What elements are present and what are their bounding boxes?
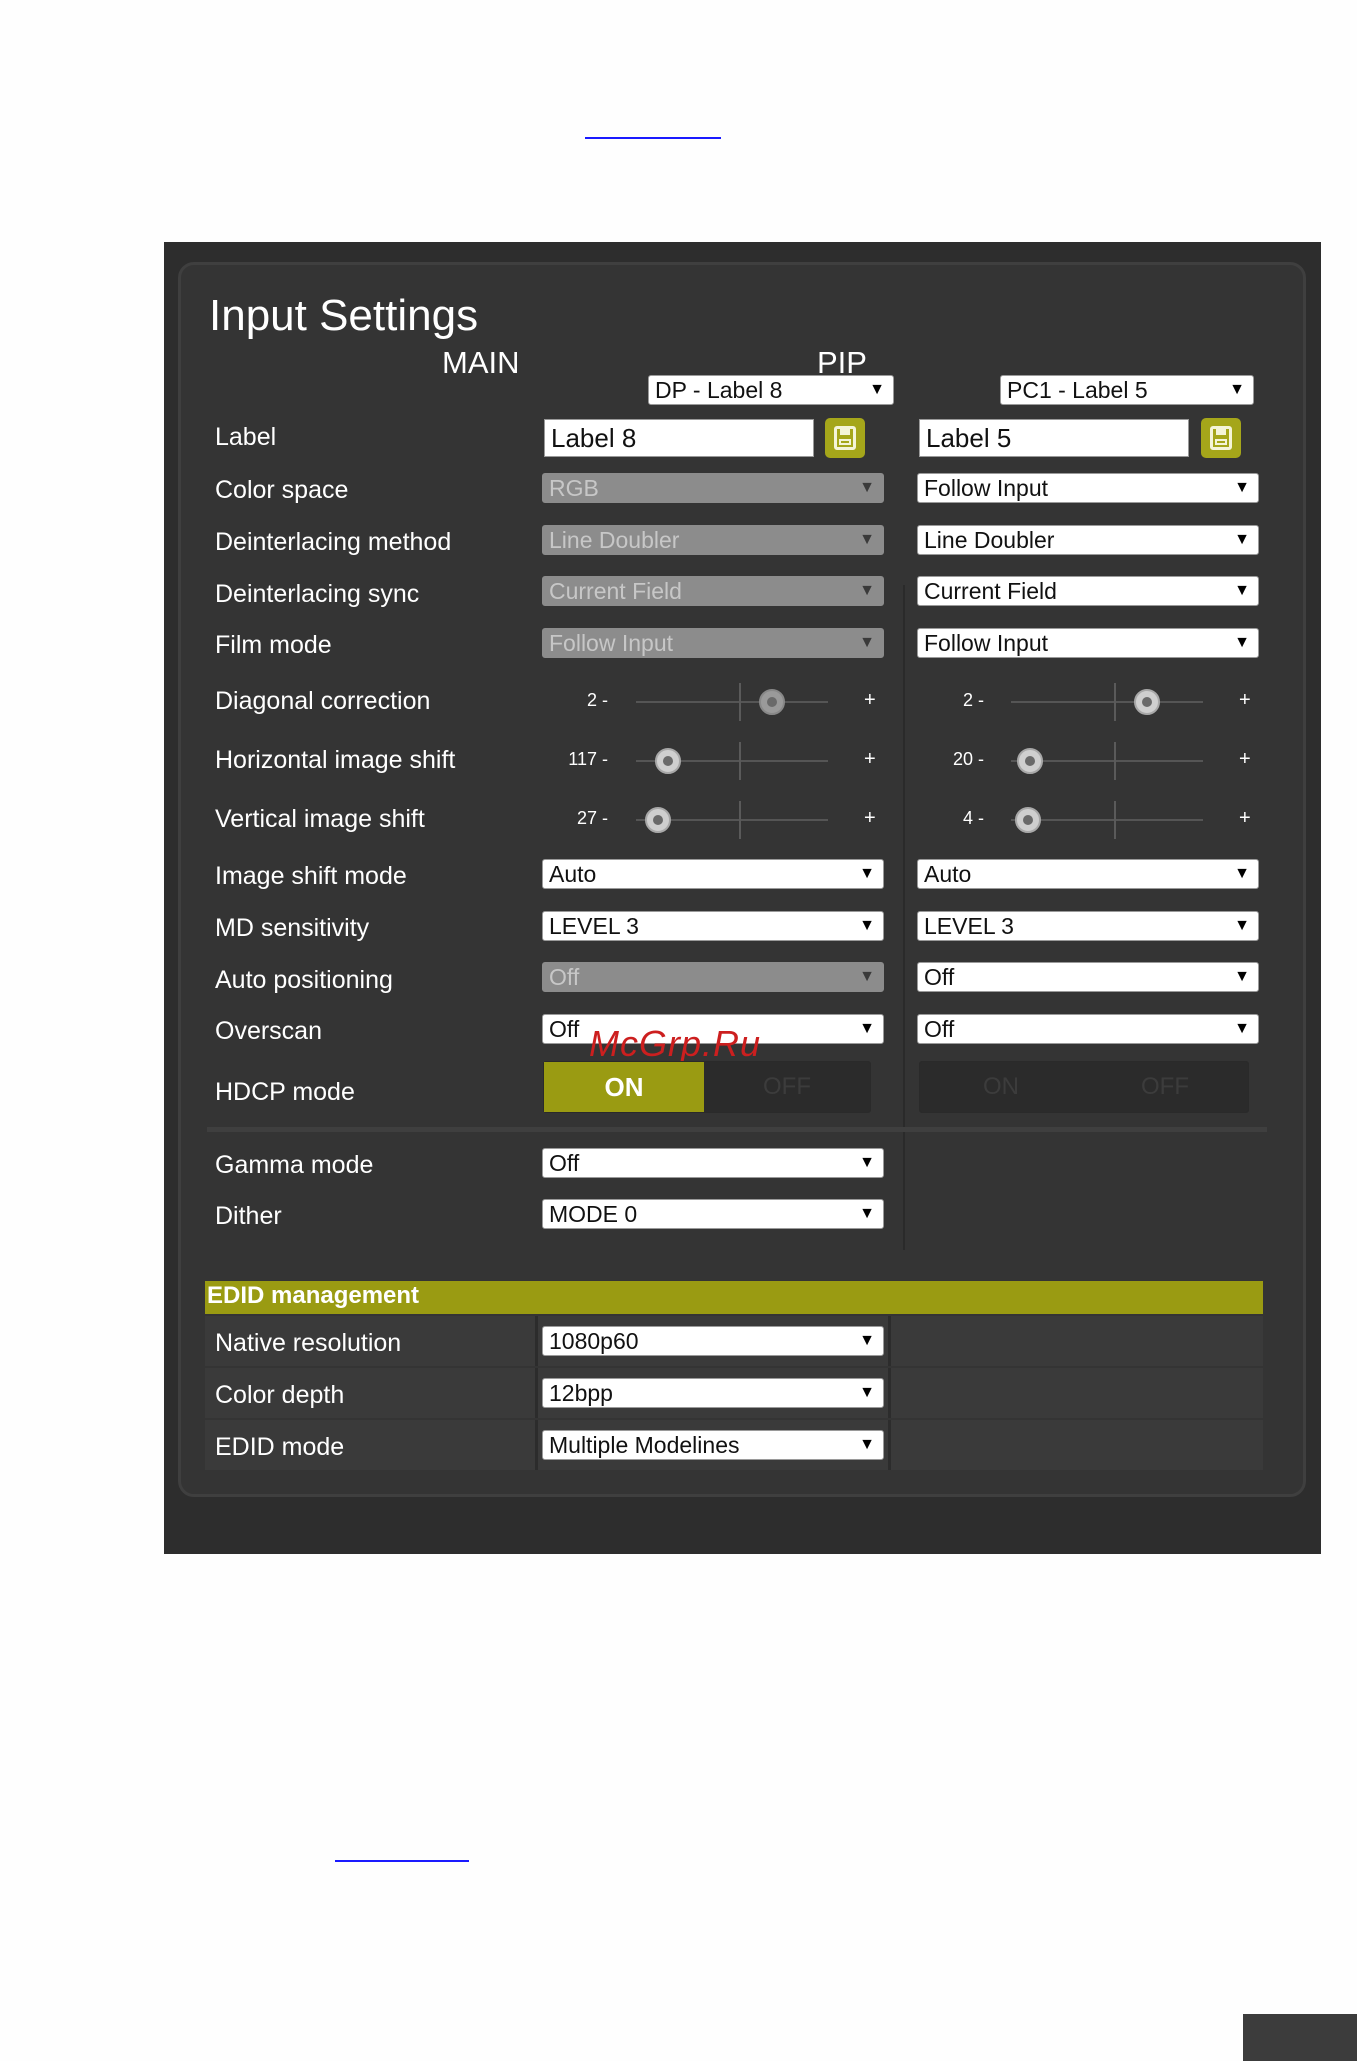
pip-md-select[interactable]: LEVEL 3 ▼: [917, 911, 1259, 941]
main-shift-mode-select[interactable]: Auto ▼: [542, 859, 884, 889]
pip-color-space-select[interactable]: Follow Input ▼: [917, 473, 1259, 503]
main-hshift-value: 117 -: [568, 749, 608, 769]
main-hshift-center-tick: [739, 742, 741, 780]
column-divider: [903, 585, 905, 1250]
page-number-block: [1243, 2014, 1357, 2061]
color-depth-label: Color depth: [215, 1381, 345, 1409]
color-space-label: Color space: [215, 476, 349, 504]
input-settings-panel: Input Settings MAIN DP - Label 8 ▼ PIP PC…: [178, 262, 1306, 1497]
main-hshift-knob[interactable]: [655, 748, 681, 774]
hshift-label: Horizontal image shift: [215, 746, 456, 774]
pip-auto-pos-select[interactable]: Off ▼: [917, 962, 1259, 992]
diagonal-correction-label: Diagonal correction: [215, 687, 431, 715]
pip-hshift-center-tick: [1114, 742, 1116, 780]
hdcp-mode-label: HDCP mode: [215, 1078, 355, 1106]
main-hdcp-on[interactable]: ON: [544, 1062, 704, 1112]
edid-title: EDID management: [207, 1282, 420, 1309]
pip-diag-knob[interactable]: [1134, 689, 1160, 715]
main-diag-knob[interactable]: [759, 689, 785, 715]
bottom-link-underline[interactable]: [335, 1860, 469, 1862]
pip-shift-mode-select[interactable]: Auto ▼: [917, 859, 1259, 889]
settings-window: Input Settings MAIN DP - Label 8 ▼ PIP PC…: [164, 242, 1321, 1554]
shift-mode-label: Image shift mode: [215, 862, 407, 890]
pip-hshift-knob[interactable]: [1017, 748, 1043, 774]
pip-deint-sync-select[interactable]: Current Field ▼: [917, 576, 1259, 606]
pip-hdcp-on: ON: [983, 1073, 1019, 1100]
pip-vshift-knob[interactable]: [1015, 807, 1041, 833]
main-deint-sync-select: Current Field ▼: [542, 576, 884, 606]
native-res-select[interactable]: 1080p60 ▼: [542, 1326, 884, 1356]
main-md-select[interactable]: LEVEL 3 ▼: [542, 911, 884, 941]
color-depth-select[interactable]: 12bpp ▼: [542, 1378, 884, 1408]
dither-select[interactable]: MODE 0 ▼: [542, 1199, 884, 1229]
md-sensitivity-label: MD sensitivity: [215, 914, 370, 942]
pip-film-mode-select[interactable]: Follow Input ▼: [917, 628, 1259, 658]
main-diag-center-tick: [739, 683, 741, 721]
edid-cell: [891, 1420, 1263, 1470]
main-vshift-plus[interactable]: +: [864, 807, 876, 830]
main-diag-plus[interactable]: +: [864, 689, 876, 712]
section-divider: [207, 1127, 1267, 1132]
main-diag-track[interactable]: [636, 701, 828, 703]
main-vshift-value: 27 -: [576, 808, 608, 828]
pip-overscan-select[interactable]: Off ▼: [917, 1014, 1259, 1044]
main-heading: MAIN: [442, 345, 520, 380]
pip-diag-track[interactable]: [1011, 701, 1203, 703]
pip-hdcp-off: OFF: [1141, 1073, 1189, 1100]
pip-label-input[interactable]: Label 5: [919, 419, 1189, 457]
pip-source-select[interactable]: PC1 - Label 5 ▼: [1000, 375, 1254, 405]
deint-sync-label: Deinterlacing sync: [215, 580, 420, 608]
main-film-mode-select: Follow Input ▼: [542, 628, 884, 658]
deint-method-label: Deinterlacing method: [215, 528, 452, 556]
pip-save-icon[interactable]: [1201, 418, 1241, 458]
edid-cell: [891, 1316, 1263, 1366]
watermark-text: McGrp.Ru: [589, 1023, 762, 1064]
main-deint-method-select: Line Doubler ▼: [542, 525, 884, 555]
main-hdcp-off[interactable]: OFF: [706, 1062, 868, 1112]
main-auto-pos-select: Off ▼: [542, 962, 884, 992]
pip-deint-method-select[interactable]: Line Doubler ▼: [917, 525, 1259, 555]
pip-diag-center-tick: [1114, 683, 1116, 721]
edid-mode-label: EDID mode: [215, 1433, 345, 1461]
pip-diag-value: 2 -: [962, 690, 984, 710]
pip-diag-plus[interactable]: +: [1239, 689, 1251, 712]
pip-hshift-plus[interactable]: +: [1239, 748, 1251, 771]
page-title: Input Settings: [209, 291, 479, 340]
pip-hshift-value: 20 -: [952, 749, 984, 769]
label-label: Label: [215, 423, 277, 451]
dither-label: Dither: [215, 1202, 282, 1230]
gamma-mode-select[interactable]: Off ▼: [542, 1148, 884, 1178]
main-label-input[interactable]: Label 8: [544, 419, 814, 457]
main-save-icon[interactable]: [825, 418, 865, 458]
auto-positioning-label: Auto positioning: [215, 966, 393, 994]
edid-cell: [891, 1368, 1263, 1418]
pip-vshift-plus[interactable]: +: [1239, 807, 1251, 830]
film-mode-label: Film mode: [215, 631, 332, 659]
overscan-label: Overscan: [215, 1017, 322, 1045]
main-hshift-plus[interactable]: +: [864, 748, 876, 771]
main-vshift-center-tick: [739, 801, 741, 839]
top-link-underline[interactable]: [585, 137, 721, 139]
main-vshift-knob[interactable]: [645, 807, 671, 833]
main-hdcp-toggle[interactable]: ON OFF: [543, 1061, 871, 1113]
native-res-label: Native resolution: [215, 1329, 402, 1357]
pip-vshift-value: 4 -: [962, 808, 984, 828]
edid-mode-select[interactable]: Multiple Modelines ▼: [542, 1430, 884, 1460]
pip-vshift-center-tick: [1114, 801, 1116, 839]
pip-heading: PIP: [817, 345, 867, 380]
main-color-space-select: RGB ▼: [542, 473, 884, 503]
main-diag-value: 2 -: [586, 690, 608, 710]
vshift-label: Vertical image shift: [215, 805, 425, 833]
pip-hdcp-toggle: ON OFF: [919, 1061, 1249, 1113]
gamma-mode-label: Gamma mode: [215, 1151, 374, 1179]
